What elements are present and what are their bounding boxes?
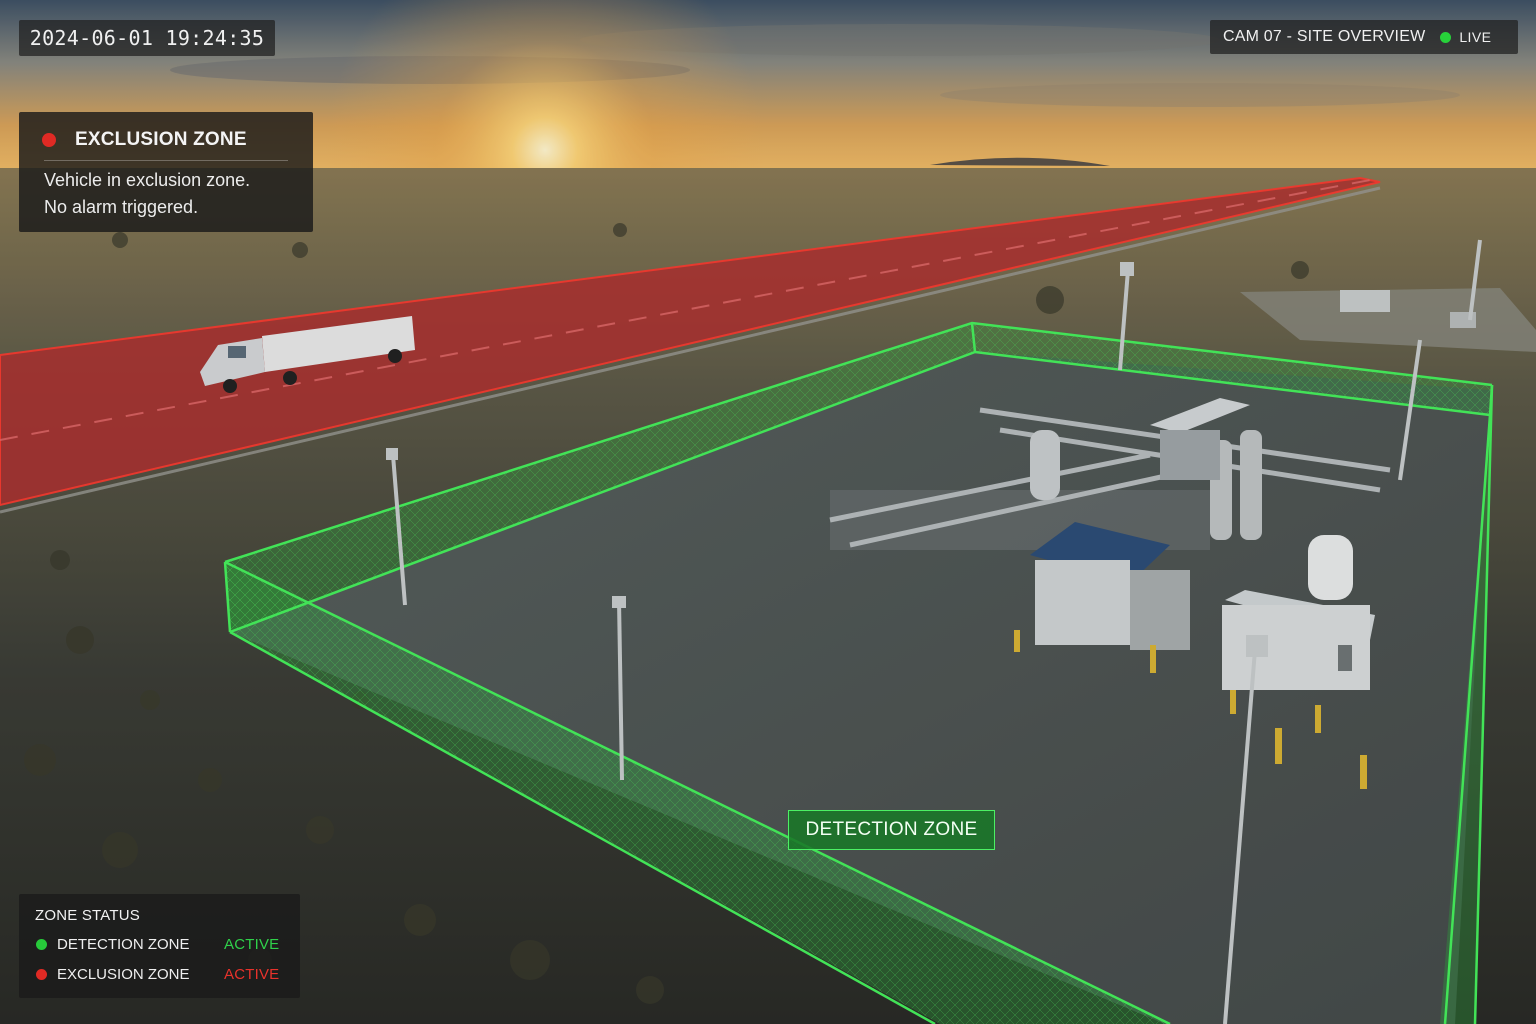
zone-status-title: ZONE STATUS xyxy=(35,907,140,924)
live-label: LIVE xyxy=(1459,29,1492,45)
detection-zone-label: DETECTION ZONE xyxy=(788,810,995,850)
zone-status-panel: ZONE STATUS DETECTION ZONE ACTIVE EXCLUS… xyxy=(19,894,300,998)
exclusion-zone-dot-icon xyxy=(36,969,47,980)
zone-name: DETECTION ZONE xyxy=(57,936,190,953)
zone-state: ACTIVE xyxy=(224,966,280,983)
alert-message-line-1: Vehicle in exclusion zone. xyxy=(44,170,251,190)
alert-divider xyxy=(44,160,288,161)
alert-title: EXCLUSION ZONE xyxy=(75,129,247,150)
detection-zone-dot-icon xyxy=(36,939,47,950)
zone-name: EXCLUSION ZONE xyxy=(57,966,190,983)
camera-header: CAM 07 - SITE OVERVIEW LIVE xyxy=(1210,20,1518,54)
camera-title: CAM 07 - SITE OVERVIEW xyxy=(1223,28,1426,45)
exclusion-zone-alert: EXCLUSION ZONE Vehicle in exclusion zone… xyxy=(19,112,313,232)
zone-row-detection: DETECTION ZONE ACTIVE xyxy=(19,935,300,955)
timestamp: 2024-06-01 19:24:35 xyxy=(19,20,275,56)
alert-status-dot-icon xyxy=(42,133,56,147)
zone-row-exclusion: EXCLUSION ZONE ACTIVE xyxy=(19,965,300,985)
live-indicator-icon xyxy=(1440,31,1452,43)
alert-message-line-2: No alarm triggered. xyxy=(44,197,199,217)
zone-state: ACTIVE xyxy=(224,936,280,953)
